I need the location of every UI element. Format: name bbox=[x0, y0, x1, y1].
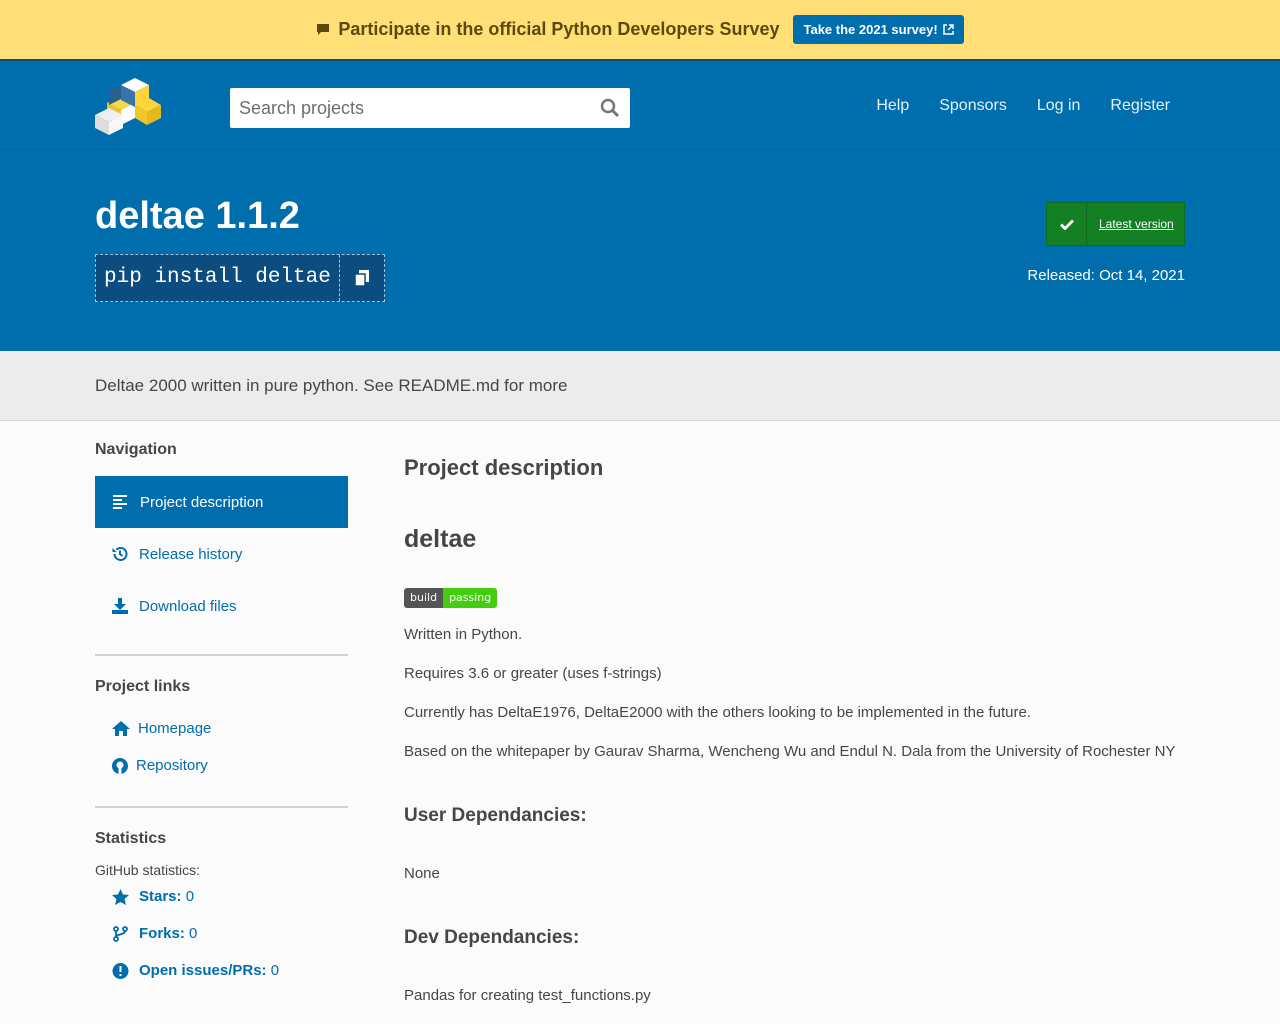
statistics-heading: Statistics bbox=[95, 830, 167, 847]
pip-command-box: pip install deltae bbox=[95, 254, 385, 302]
forks-label: Forks: bbox=[139, 925, 185, 942]
issues-stat[interactable]: Open issues/PRs: 0 bbox=[95, 952, 348, 989]
sidebar-item-label: Release history bbox=[139, 545, 243, 563]
comment-icon bbox=[317, 24, 330, 35]
copy-icon bbox=[354, 270, 369, 286]
sidebar-item-label: Download files bbox=[139, 597, 237, 615]
sidebar-item-download-files[interactable]: Download files bbox=[95, 580, 348, 632]
fork-icon bbox=[113, 925, 128, 942]
survey-banner: Participate in the official Python Devel… bbox=[0, 0, 1280, 61]
release-date: Released: Oct 14, 2021 bbox=[1027, 267, 1185, 284]
sidebar-nav: Project description Release history Down… bbox=[95, 476, 348, 632]
homepage-link[interactable]: Homepage bbox=[95, 710, 348, 747]
issues-label: Open issues/PRs: bbox=[139, 962, 267, 979]
stars-stat[interactable]: Stars: 0 bbox=[95, 878, 348, 915]
survey-button[interactable]: Take the 2021 survey! bbox=[793, 15, 964, 44]
sidebar: Navigation Project description Release h… bbox=[95, 441, 348, 989]
divider bbox=[95, 654, 348, 656]
pypi-logo[interactable] bbox=[95, 77, 161, 135]
latest-version-label: Latest version bbox=[1099, 217, 1174, 231]
sidebar-item-release-history[interactable]: Release history bbox=[95, 528, 348, 580]
align-left-icon bbox=[113, 495, 127, 509]
badge-right: passing bbox=[443, 588, 498, 608]
forks-value: 0 bbox=[189, 925, 198, 942]
latest-version-badge[interactable]: Latest version bbox=[1046, 202, 1185, 246]
survey-button-label: Take the 2021 survey! bbox=[803, 22, 938, 37]
search-box bbox=[230, 88, 630, 128]
project-links: Homepage Repository bbox=[95, 710, 348, 784]
exclamation-icon bbox=[112, 962, 129, 979]
github-icon bbox=[112, 757, 128, 774]
package-hero: deltae 1.1.2 pip install deltae Latest v… bbox=[0, 149, 1280, 351]
github-stats-label: GitHub statistics: bbox=[95, 862, 201, 878]
divider bbox=[95, 806, 348, 808]
download-icon bbox=[112, 598, 128, 614]
site-header: Help Sponsors Log in Register bbox=[0, 61, 1280, 149]
user-deps-heading: User Dependancies: bbox=[404, 805, 587, 826]
sidebar-item-label: Project description bbox=[140, 493, 264, 511]
section-heading: Project description bbox=[404, 455, 604, 480]
home-icon bbox=[112, 721, 130, 736]
external-link-icon bbox=[942, 24, 954, 35]
dev-deps-text: Pandas for creating test_functions.py bbox=[404, 987, 651, 1004]
nav-help[interactable]: Help bbox=[861, 95, 924, 117]
survey-message: Participate in the official Python Devel… bbox=[338, 19, 780, 39]
package-title: deltae 1.1.2 bbox=[95, 195, 300, 237]
badge-left: build bbox=[404, 588, 444, 608]
nav-sponsors[interactable]: Sponsors bbox=[924, 95, 1022, 117]
nav-register[interactable]: Register bbox=[1095, 95, 1185, 117]
navigation-heading: Navigation bbox=[95, 441, 177, 458]
dev-deps-heading: Dev Dependancies: bbox=[404, 927, 580, 948]
pip-command[interactable]: pip install deltae bbox=[96, 255, 340, 301]
description-paragraph: Currently has DeltaE1976, DeltaE2000 wit… bbox=[404, 704, 1032, 721]
repository-label: Repository bbox=[136, 757, 208, 774]
search-icon[interactable] bbox=[590, 88, 630, 128]
sidebar-item-project-description[interactable]: Project description bbox=[95, 476, 348, 528]
search-input[interactable] bbox=[230, 88, 590, 128]
star-icon bbox=[112, 888, 129, 905]
stars-label: Stars: bbox=[139, 888, 182, 905]
readme-title: deltae bbox=[404, 525, 477, 553]
homepage-label: Homepage bbox=[138, 720, 212, 737]
repository-link[interactable]: Repository bbox=[95, 747, 348, 784]
forks-stat[interactable]: Forks: 0 bbox=[95, 915, 348, 952]
build-status-badge[interactable]: build passing bbox=[404, 588, 498, 608]
user-deps-text: None bbox=[404, 865, 440, 882]
package-summary: Deltae 2000 written in pure python. See … bbox=[0, 351, 1280, 421]
history-icon bbox=[112, 547, 128, 561]
issues-value: 0 bbox=[270, 962, 280, 979]
description-paragraph: Based on the whitepaper by Gaurav Sharma… bbox=[404, 743, 1176, 760]
description-paragraph: Requires 3.6 or greater (uses f-strings) bbox=[404, 665, 662, 682]
project-links-heading: Project links bbox=[95, 678, 191, 695]
nav-login[interactable]: Log in bbox=[1022, 95, 1096, 117]
check-icon bbox=[1047, 203, 1087, 245]
copy-button[interactable] bbox=[340, 255, 384, 301]
description-paragraph: Written in Python. bbox=[404, 626, 523, 643]
project-description: Project description deltae build passing… bbox=[404, 441, 1194, 1006]
main-nav: Help Sponsors Log in Register bbox=[861, 95, 1185, 117]
stars-value: 0 bbox=[185, 888, 195, 905]
